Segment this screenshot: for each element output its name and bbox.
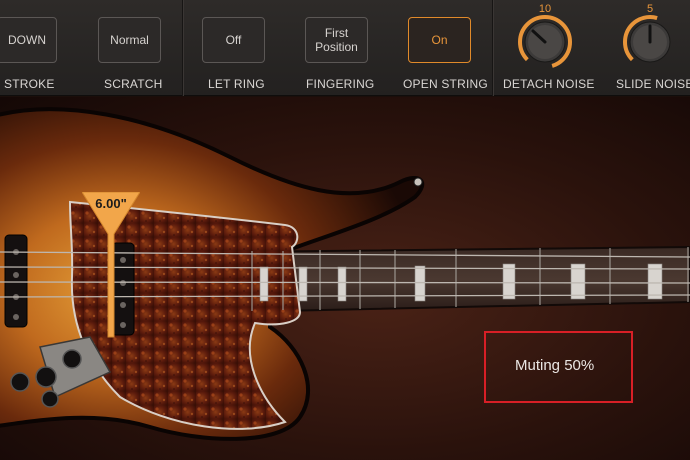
muting-readout: Muting 50% xyxy=(515,357,595,374)
slide-noise-label: SLIDE NOISE xyxy=(616,77,690,91)
fingering-label: FINGERING xyxy=(306,77,375,91)
pick-position-marker[interactable] xyxy=(82,192,140,432)
instrument-stage: 6.00" xyxy=(0,97,690,460)
scratch-button[interactable]: Normal xyxy=(98,17,161,63)
pick-position-label: 6.00" xyxy=(95,196,127,211)
scratch-label: SCRATCH xyxy=(104,77,163,91)
slide-noise-knob[interactable] xyxy=(622,14,678,70)
let-ring-button[interactable]: Off xyxy=(202,17,265,63)
stroke-button[interactable]: DOWN xyxy=(0,17,57,63)
scratch-control: Normal SCRATCH xyxy=(98,0,162,96)
open-string-control: On OPEN STRING xyxy=(403,0,488,96)
fingering-control: First Position FINGERING xyxy=(305,0,374,96)
control-bar: DOWN STROKE Normal SCRATCH Off LET RING … xyxy=(0,0,690,96)
slide-noise-control: 5 SLIDE NOISE xyxy=(610,0,690,96)
toolbar-divider xyxy=(182,0,184,96)
let-ring-control: Off LET RING xyxy=(202,0,266,96)
open-string-label: OPEN STRING xyxy=(403,77,488,91)
fingering-button[interactable]: First Position xyxy=(305,17,368,63)
detach-noise-label: DETACH NOISE xyxy=(503,77,595,91)
stroke-control: DOWN STROKE xyxy=(0,0,60,96)
detach-noise-knob[interactable] xyxy=(517,14,573,70)
stroke-label: STROKE xyxy=(4,77,55,91)
detach-noise-control: 10 DETACH NOISE xyxy=(503,0,594,96)
toolbar-divider xyxy=(492,0,494,96)
let-ring-label: LET RING xyxy=(208,77,265,91)
open-string-button[interactable]: On xyxy=(408,17,471,63)
